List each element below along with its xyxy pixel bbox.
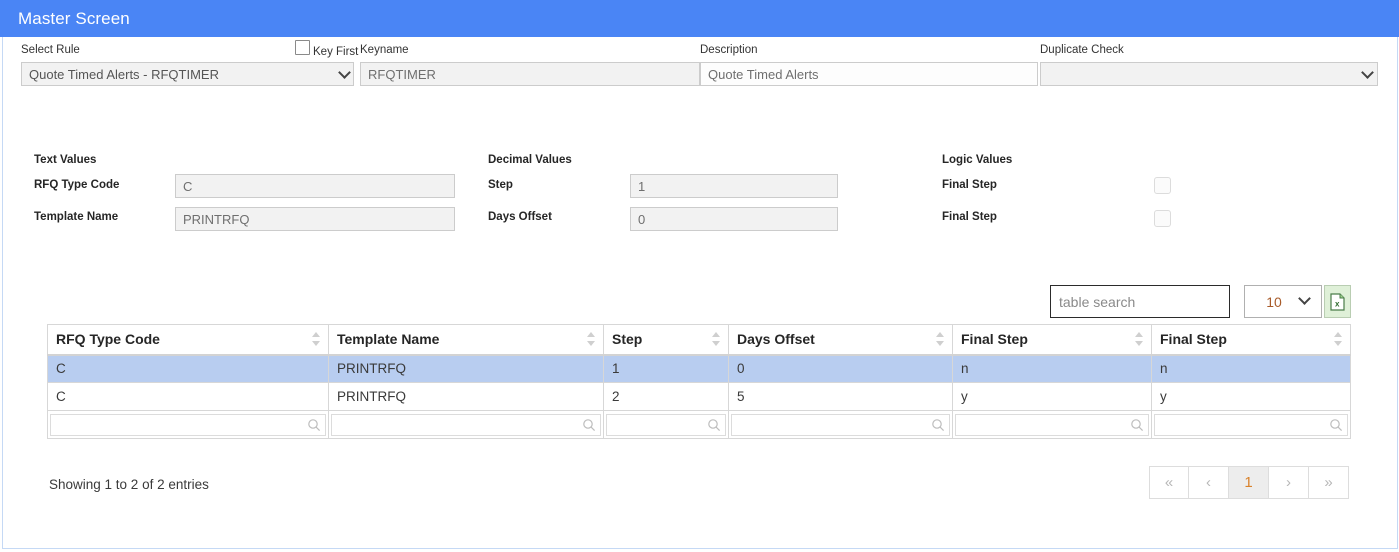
column-header-step[interactable]: Step <box>603 324 729 356</box>
sort-icon <box>587 331 596 347</box>
excel-export-button[interactable]: x <box>1324 285 1351 318</box>
table-cell: y <box>1151 382 1351 411</box>
duplicate-check-dropdown[interactable] <box>1040 62 1378 86</box>
rfq-type-code-label: RFQ Type Code <box>34 179 120 191</box>
column-header-label: Step <box>612 331 643 348</box>
table-cell: PRINTRFQ <box>328 354 604 383</box>
table-cell: PRINTRFQ <box>328 382 604 411</box>
final-step-2-checkbox[interactable] <box>1154 210 1171 227</box>
sort-icon <box>936 331 945 347</box>
filter-input[interactable] <box>51 414 325 435</box>
template-name-label: Template Name <box>34 211 119 223</box>
select-rule-dropdown[interactable]: Quote Timed Alerts - RFQTIMER <box>21 62 354 86</box>
column-header-days-offset[interactable]: Days Offset <box>728 324 953 356</box>
excel-export-icon: x <box>1330 292 1345 311</box>
page-title: Master Screen <box>18 9 130 28</box>
master-screen-page: Master Screen Select Rule Quote Timed Al… <box>0 0 1399 552</box>
filter-input[interactable] <box>607 414 725 435</box>
days-offset-field[interactable] <box>630 207 838 231</box>
keyname-label: Keyname <box>360 44 409 56</box>
filter-cell-final-step-2 <box>1151 410 1351 439</box>
sort-icon <box>312 331 321 347</box>
days-offset-label: Days Offset <box>488 211 552 223</box>
table-search-input[interactable] <box>1050 285 1230 318</box>
table-cell: n <box>952 354 1152 383</box>
sort-icon <box>1334 331 1343 347</box>
select-rule-label: Select Rule <box>21 44 80 56</box>
table-cell: 1 <box>603 354 729 383</box>
decimal-values-group-title: Decimal Values <box>488 154 572 166</box>
pagination: « ‹ 1 › » <box>1149 466 1349 499</box>
entries-summary: Showing 1 to 2 of 2 entries <box>49 477 209 492</box>
pagination-first-button[interactable]: « <box>1149 466 1189 499</box>
table-row[interactable]: C PRINTRFQ 2 5 y y <box>47 382 1351 411</box>
filter-cell-template-name <box>328 410 604 439</box>
key-first-label: Key First <box>313 46 359 58</box>
sort-icon <box>712 331 721 347</box>
filter-input[interactable] <box>332 414 600 435</box>
column-header-label: RFQ Type Code <box>56 331 160 348</box>
table-filter-row <box>47 410 1351 439</box>
window-title-bar: Master Screen <box>0 0 1399 37</box>
page-size-select[interactable]: 10 <box>1244 285 1322 318</box>
final-step-2-label: Final Step <box>942 211 997 223</box>
text-values-group-title: Text Values <box>34 154 97 166</box>
column-header-template-name[interactable]: Template Name <box>328 324 604 356</box>
filter-input[interactable] <box>1155 414 1347 435</box>
table-row[interactable]: C PRINTRFQ 1 0 n n <box>47 354 1351 383</box>
svg-text:x: x <box>1335 299 1340 308</box>
description-label: Description <box>700 44 758 56</box>
table-cell: y <box>952 382 1152 411</box>
rfq-type-code-field[interactable] <box>175 174 455 198</box>
column-header-label: Days Offset <box>737 331 815 348</box>
pagination-last-button[interactable]: » <box>1309 466 1349 499</box>
final-step-1-label: Final Step <box>942 179 997 191</box>
column-header-final-step-1[interactable]: Final Step <box>952 324 1152 356</box>
sort-icon <box>1135 331 1144 347</box>
filter-cell-final-step-1 <box>952 410 1152 439</box>
step-field[interactable] <box>630 174 838 198</box>
filter-cell-step <box>603 410 729 439</box>
logic-values-group-title: Logic Values <box>942 154 1013 166</box>
table-header-row: RFQ Type Code Template Name Step Days Of… <box>47 324 1351 356</box>
pagination-next-button[interactable]: › <box>1269 466 1309 499</box>
column-header-final-step-2[interactable]: Final Step <box>1151 324 1351 356</box>
filter-input[interactable] <box>956 414 1148 435</box>
template-name-field[interactable] <box>175 207 455 231</box>
pagination-prev-button[interactable]: ‹ <box>1189 466 1229 499</box>
column-header-rfq-type-code[interactable]: RFQ Type Code <box>47 324 329 356</box>
column-header-label: Final Step <box>961 331 1028 348</box>
column-header-label: Template Name <box>337 331 440 348</box>
keyname-field[interactable] <box>360 62 700 86</box>
table-cell: C <box>47 382 329 411</box>
table-cell: 2 <box>603 382 729 411</box>
data-table: RFQ Type Code Template Name Step Days Of… <box>47 324 1351 439</box>
duplicate-check-label: Duplicate Check <box>1040 44 1124 56</box>
table-cell: n <box>1151 354 1351 383</box>
table-cell: C <box>47 354 329 383</box>
key-first-checkbox[interactable] <box>295 40 310 55</box>
description-field[interactable] <box>700 62 1038 86</box>
column-header-label: Final Step <box>1160 331 1227 348</box>
filter-cell-rfq-type-code <box>47 410 329 439</box>
pagination-page-1-button[interactable]: 1 <box>1229 466 1269 499</box>
step-label: Step <box>488 179 513 191</box>
table-cell: 0 <box>728 354 953 383</box>
table-cell: 5 <box>728 382 953 411</box>
filter-cell-days-offset <box>728 410 953 439</box>
final-step-1-checkbox[interactable] <box>1154 177 1171 194</box>
filter-input[interactable] <box>732 414 949 435</box>
